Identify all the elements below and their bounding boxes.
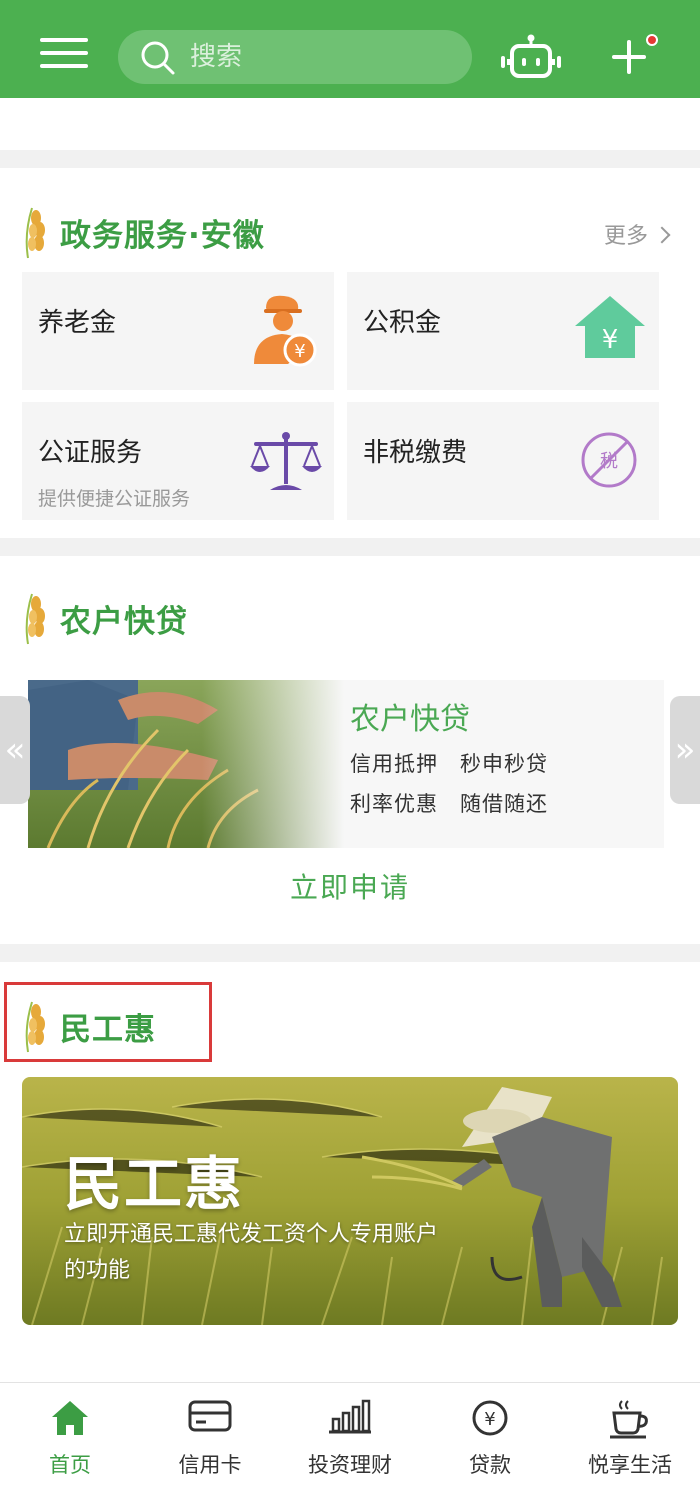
nav-label: 贷款 bbox=[469, 1453, 511, 1477]
search-input[interactable] bbox=[190, 30, 460, 84]
nav-home[interactable]: 首页 bbox=[0, 1383, 140, 1486]
tile-pension[interactable]: 养老金 ¥ bbox=[22, 272, 334, 390]
banner-line-1: 信用抵押 秒申秒贷 bbox=[350, 752, 548, 776]
robot-assistant-icon[interactable] bbox=[498, 34, 564, 80]
search-icon bbox=[141, 41, 175, 75]
svg-text:¥: ¥ bbox=[294, 341, 305, 362]
svg-text:税: 税 bbox=[600, 451, 618, 472]
menu-icon[interactable] bbox=[40, 38, 88, 76]
double-chevron-right-icon: » bbox=[674, 730, 696, 770]
bar-chart-icon bbox=[329, 1399, 371, 1434]
tile-title: 公证服务 bbox=[38, 438, 143, 468]
section-header: 民工惠 bbox=[22, 996, 156, 1056]
tile-housing-fund[interactable]: 公积金 ¥ bbox=[347, 272, 659, 390]
svg-text:¥: ¥ bbox=[484, 1409, 495, 1430]
wheat-icon bbox=[25, 207, 45, 259]
double-chevron-left-icon: « bbox=[4, 730, 26, 770]
credit-card-icon bbox=[188, 1400, 232, 1432]
blank-panel bbox=[0, 98, 700, 150]
carousel-next-button[interactable]: » bbox=[670, 696, 700, 804]
banner-description: 立即开通民工惠代发工资个人专用账户的功能 bbox=[64, 1222, 439, 1283]
nav-label: 悦享生活 bbox=[588, 1453, 672, 1477]
search-bar[interactable] bbox=[118, 30, 472, 84]
farmer-loan-section: 农户快贷 农户快贷 信用抵押 秒申秒贷 利率优惠 随借随还 « » 立即申请 bbox=[0, 556, 700, 944]
worker-benefit-section: 民工惠 民工惠 立即开通民工惠代发工资个人专用账户的功能 bbox=[0, 962, 700, 1382]
nav-lifestyle[interactable]: 悦享生活 bbox=[560, 1383, 700, 1486]
banner-line-2: 利率优惠 随借随还 bbox=[350, 792, 548, 816]
tile-title: 公积金 bbox=[363, 308, 442, 338]
rice-harvest-photo bbox=[28, 680, 344, 848]
tile-title: 养老金 bbox=[38, 308, 117, 338]
notification-dot bbox=[646, 34, 658, 46]
house-yen-icon: ¥ bbox=[575, 296, 645, 358]
top-bar bbox=[0, 0, 700, 98]
coffee-cup-icon bbox=[610, 1400, 648, 1439]
section-header: 农户快贷 bbox=[22, 588, 188, 648]
tile-non-tax-payment[interactable]: 非税缴费 税 bbox=[347, 402, 659, 520]
section-title: 农户快贷 bbox=[60, 603, 188, 640]
no-tax-icon: 税 bbox=[581, 432, 637, 488]
more-label: 更多 bbox=[603, 224, 648, 249]
apply-now-button[interactable]: 立即申请 bbox=[0, 866, 700, 906]
pension-person-icon: ¥ bbox=[254, 295, 317, 367]
nav-investment[interactable]: 投资理财 bbox=[280, 1383, 420, 1486]
nav-loan[interactable]: ¥ 贷款 bbox=[420, 1383, 560, 1486]
banner-title: 农户快贷 bbox=[350, 702, 470, 737]
section-title: 政务服务·安徽 bbox=[60, 217, 265, 254]
carousel-prev-button[interactable]: « bbox=[0, 696, 30, 804]
tile-subtitle: 提供便捷公证服务 bbox=[38, 488, 191, 510]
nav-label: 信用卡 bbox=[178, 1453, 242, 1477]
nav-credit-card[interactable]: 信用卡 bbox=[140, 1383, 280, 1486]
svg-text:¥: ¥ bbox=[602, 325, 619, 355]
home-icon bbox=[52, 1401, 88, 1435]
tile-title: 非税缴费 bbox=[363, 438, 468, 468]
more-link[interactable]: 更多 bbox=[603, 218, 671, 250]
nav-label: 首页 bbox=[49, 1453, 91, 1477]
tile-notary[interactable]: 公证服务 提供便捷公证服务 bbox=[22, 402, 334, 520]
bottom-nav: 首页 信用卡 投资理财 ¥ 贷款 悦享生活 bbox=[0, 1382, 700, 1486]
farmer-loan-banner[interactable]: 农户快贷 信用抵押 秒申秒贷 利率优惠 随借随还 bbox=[28, 680, 664, 848]
scales-icon bbox=[250, 432, 322, 490]
section-header: 政务服务·安徽 bbox=[22, 202, 265, 262]
gov-services-section: 政务服务·安徽 更多 养老金 ¥ 公积金 ¥ 公证服务 提供便捷公证服务 非税缴… bbox=[0, 168, 700, 538]
nav-label: 投资理财 bbox=[308, 1453, 392, 1477]
add-plus-icon[interactable] bbox=[612, 40, 646, 74]
chevron-right-icon bbox=[653, 226, 671, 244]
section-title: 民工惠 bbox=[60, 1011, 156, 1048]
yen-coin-icon: ¥ bbox=[472, 1400, 508, 1436]
banner-title: 民工惠 bbox=[64, 1150, 245, 1218]
wheat-icon bbox=[25, 1001, 45, 1053]
worker-benefit-banner[interactable]: 民工惠 立即开通民工惠代发工资个人专用账户的功能 bbox=[22, 1077, 678, 1325]
wheat-icon bbox=[25, 593, 45, 645]
